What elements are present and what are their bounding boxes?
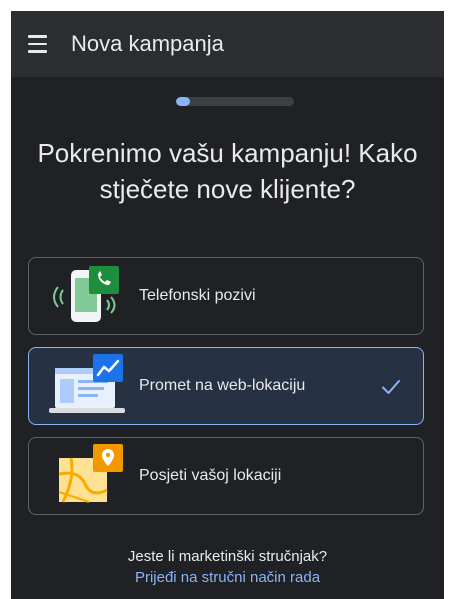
page-heading: Pokrenimo vašu kampanju! Kako stječete n…	[11, 135, 444, 207]
expert-mode-link[interactable]: Prijeđi na stručni način rada	[11, 569, 444, 586]
page-heading-line-2: stječete nove klijente?	[99, 174, 356, 204]
option-label: Posjeti vašoj lokaciji	[139, 467, 282, 484]
option-store-visits[interactable]: Posjeti vašoj lokaciji	[28, 437, 424, 515]
progress-bar	[176, 97, 294, 106]
expert-question-text: Jeste li marketinški stručnjak?	[127, 548, 328, 565]
website-traffic-illustration-icon	[49, 354, 125, 413]
option-label: Promet na web-lokaciju	[139, 377, 306, 394]
app-screen: Nova kampanja Pokrenimo vašu kampanju! K…	[11, 11, 444, 599]
progress-bar-fill	[176, 97, 191, 106]
app-bar-title: Nova kampanja	[71, 31, 224, 56]
app-bar: Nova kampanja	[11, 11, 444, 77]
option-website-traffic[interactable]: Promet na web-lokaciju	[28, 347, 424, 425]
option-label: Telefonski pozivi	[139, 287, 256, 304]
store-visits-map-illustration-icon	[58, 444, 123, 503]
page-heading-line-1: Pokrenimo vašu kampanju! Kako	[37, 138, 418, 168]
phone-calls-illustration-icon	[53, 266, 119, 322]
hamburger-menu-icon[interactable]	[28, 31, 54, 57]
option-phone-calls[interactable]: Telefonski pozivi	[28, 257, 424, 335]
checkmark-icon	[382, 380, 400, 394]
